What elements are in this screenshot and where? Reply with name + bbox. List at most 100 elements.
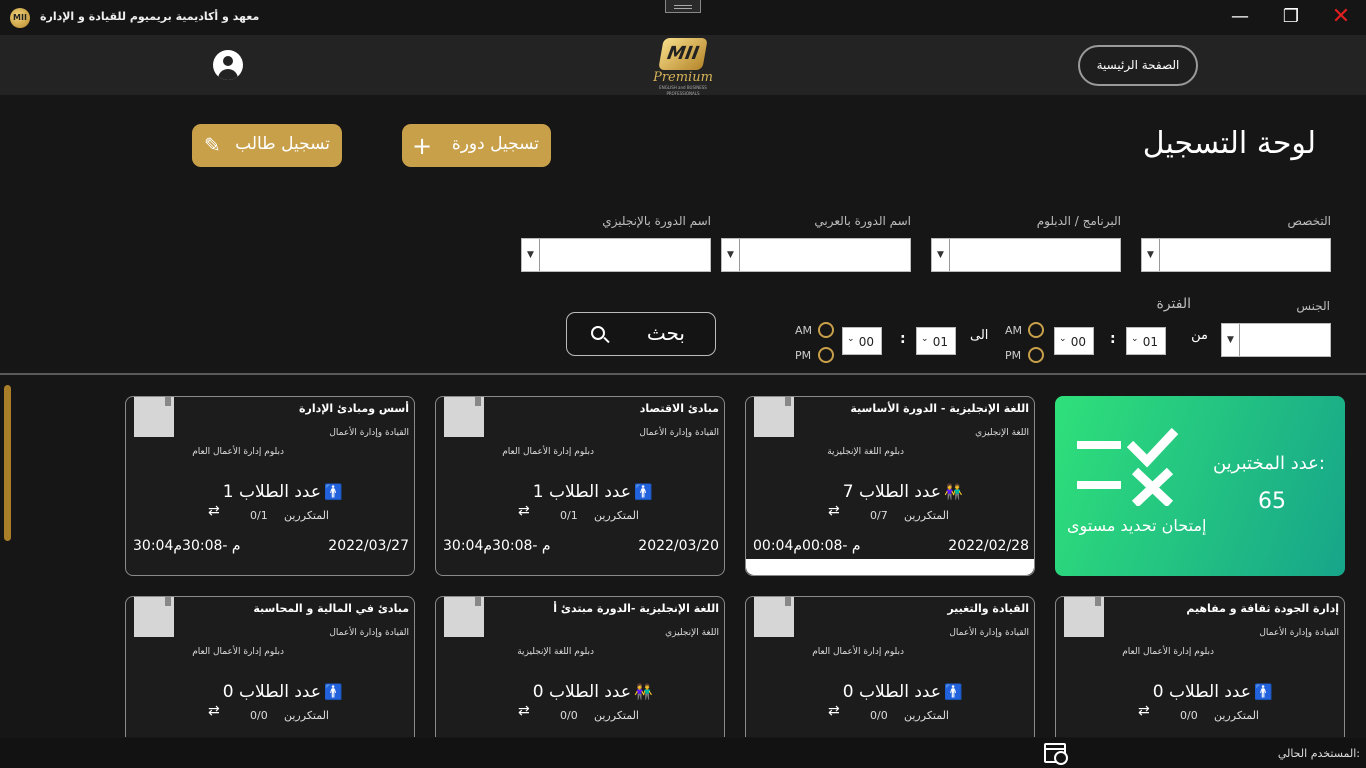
- divider: [0, 373, 1366, 375]
- course-time: 30:04م -30:08م: [133, 538, 241, 554]
- repeaters-value: 0/0: [870, 709, 888, 722]
- to-am-radio[interactable]: [818, 322, 834, 338]
- current-user-label: المستخدم الحالي:: [1277, 747, 1360, 760]
- to-hour-select[interactable]: ⌄ 01: [916, 327, 956, 355]
- to-hour-value: 01: [932, 335, 948, 349]
- course-program: دبلوم إدارة الأعمال العام: [192, 447, 284, 457]
- specialty-label: التخصص: [1287, 214, 1331, 228]
- brand-mark: MII: [658, 38, 708, 70]
- search-button[interactable]: بحث: [566, 312, 716, 356]
- home-button[interactable]: الصفحة الرئيسية: [1078, 45, 1198, 86]
- course-card[interactable]: إدارة الجودة ثقافة و مفاهيم القيادة وإدا…: [1055, 596, 1345, 737]
- students-label: عدد الطلاب: [858, 482, 941, 502]
- male-icon: 🚹: [944, 683, 963, 701]
- repeaters-value: 0/0: [1180, 709, 1198, 722]
- maximize-icon[interactable]: ❐: [1279, 6, 1303, 28]
- male-icon: 🚹: [1254, 683, 1273, 701]
- calendar-clock-icon[interactable]: [1044, 743, 1068, 765]
- students-count: عدد الطلاب 0: [201, 682, 321, 702]
- chevron-down-icon: ⌄: [1131, 334, 1139, 344]
- male-icon: 🚹: [634, 483, 653, 501]
- course-name: مبادئ في المالية و المحاسبة: [253, 602, 409, 615]
- drag-handle[interactable]: [665, 0, 701, 13]
- repeaters-label: المتكررين: [594, 509, 639, 522]
- time-colon: :: [1110, 331, 1116, 347]
- students-label: عدد الطلاب: [238, 482, 321, 502]
- search-label: بحث: [646, 321, 685, 345]
- course-thumbnail: [444, 597, 484, 637]
- students-value: 7: [842, 482, 854, 502]
- male-female-icon: 👫: [944, 483, 963, 501]
- repeat-people-icon: ⇄: [208, 703, 220, 719]
- to-pm-radio[interactable]: [818, 347, 834, 363]
- window-title: معهد و أكاديمية بريميوم للقيادة و الإدار…: [40, 10, 260, 23]
- course-specialty: القيادة وإدارة الأعمال: [329, 428, 409, 438]
- program-select[interactable]: ▼: [931, 238, 1121, 272]
- title-bar: MII معهد و أكاديمية بريميوم للقيادة و ال…: [0, 0, 1366, 35]
- to-minute-select[interactable]: ⌄ 00: [842, 327, 882, 355]
- gender-label: الجنس: [1296, 299, 1330, 313]
- course-ar-select[interactable]: ▼: [721, 238, 911, 272]
- course-card[interactable]: القيادة والتغيير القيادة وإدارة الأعمال …: [745, 596, 1035, 737]
- from-am-radio[interactable]: [1028, 322, 1044, 338]
- students-value: 1: [532, 482, 544, 502]
- course-en-select[interactable]: ▼: [521, 238, 711, 272]
- repeat-people-icon: ⇄: [208, 503, 220, 519]
- brand-tagline: ENGLISH and BUSINESS PROFESSIONALS: [659, 85, 707, 96]
- status-bar: المستخدم الحالي:: [0, 738, 1366, 768]
- course-card[interactable]: مبادئ في المالية و المحاسبة القيادة وإدا…: [125, 596, 415, 737]
- course-thumbnail: [754, 397, 794, 437]
- chevron-down-icon: ▼: [1222, 324, 1240, 356]
- course-ar-label: اسم الدورة بالعربي: [814, 214, 911, 228]
- course-card[interactable]: أسس ومبادئ الإدارة القيادة وإدارة الأعما…: [125, 396, 415, 576]
- from-minute-value: 00: [1070, 335, 1086, 349]
- repeaters-label: المتكررين: [904, 509, 949, 522]
- course-card[interactable]: مبادئ الاقتصاد القيادة وإدارة الأعمال دب…: [435, 396, 725, 576]
- search-icon: [591, 326, 605, 340]
- to-label: الى: [970, 328, 989, 343]
- repeaters-value: 0/1: [250, 509, 268, 522]
- course-specialty: القيادة وإدارة الأعمال: [1259, 628, 1339, 638]
- course-specialty: القيادة وإدارة الأعمال: [329, 628, 409, 638]
- chevron-down-icon: ▼: [932, 239, 950, 271]
- register-course-button[interactable]: تسجيل دورة +: [402, 124, 551, 167]
- from-am-label: AM: [1005, 324, 1023, 337]
- course-time: 00:04م -00:08م: [753, 538, 861, 554]
- repeaters-label: المتكررين: [1214, 709, 1259, 722]
- students-count: عدد الطلاب 1: [201, 482, 321, 502]
- course-card[interactable]: اللغة الإنجليزية -الدورة مبتدئ أ اللغة ا…: [435, 596, 725, 737]
- user-circle-icon[interactable]: [213, 50, 243, 80]
- from-pm-radio[interactable]: [1028, 347, 1044, 363]
- close-icon[interactable]: ✕: [1329, 6, 1353, 28]
- from-label: من: [1191, 328, 1208, 343]
- students-label: عدد الطلاب: [1168, 682, 1251, 702]
- gender-select[interactable]: ▼: [1221, 323, 1331, 357]
- register-student-label: تسجيل طالب: [235, 134, 330, 154]
- brand-word: Premium: [653, 70, 713, 85]
- from-minute-select[interactable]: ⌄ 00: [1054, 327, 1094, 355]
- course-name: القيادة والتغيير: [947, 602, 1029, 615]
- repeat-people-icon: ⇄: [1138, 703, 1150, 719]
- students-count: عدد الطلاب 0: [511, 682, 631, 702]
- repeaters-label: المتكررين: [284, 509, 329, 522]
- course-date: 2022/02/28: [948, 538, 1029, 554]
- from-hour-select[interactable]: ⌄ 01: [1126, 327, 1166, 355]
- chevron-down-icon: ▼: [1142, 239, 1160, 271]
- minimize-icon[interactable]: —: [1228, 6, 1252, 28]
- course-thumbnail: [134, 397, 174, 437]
- students-count: عدد الطلاب 0: [1131, 682, 1251, 702]
- specialty-select[interactable]: ▼: [1141, 238, 1331, 272]
- edit-icon: ✎: [204, 133, 221, 157]
- chevron-down-icon: ⌄: [921, 334, 929, 344]
- students-value: 1: [222, 482, 234, 502]
- course-card[interactable]: اللغة الإنجليزية - الدورة الأساسية اللغة…: [745, 396, 1035, 576]
- to-am-label: AM: [795, 324, 813, 337]
- male-icon: 🚹: [324, 483, 343, 501]
- course-program: دبلوم إدارة الأعمال العام: [502, 447, 594, 457]
- from-pm-label: PM: [1005, 349, 1022, 362]
- students-value: 0: [222, 682, 234, 702]
- repeat-people-icon: ⇄: [518, 703, 530, 719]
- register-student-button[interactable]: تسجيل طالب ✎: [192, 124, 342, 167]
- chevron-down-icon: ▼: [722, 239, 740, 271]
- course-program: دبلوم اللغة الإنجليزية: [517, 647, 594, 657]
